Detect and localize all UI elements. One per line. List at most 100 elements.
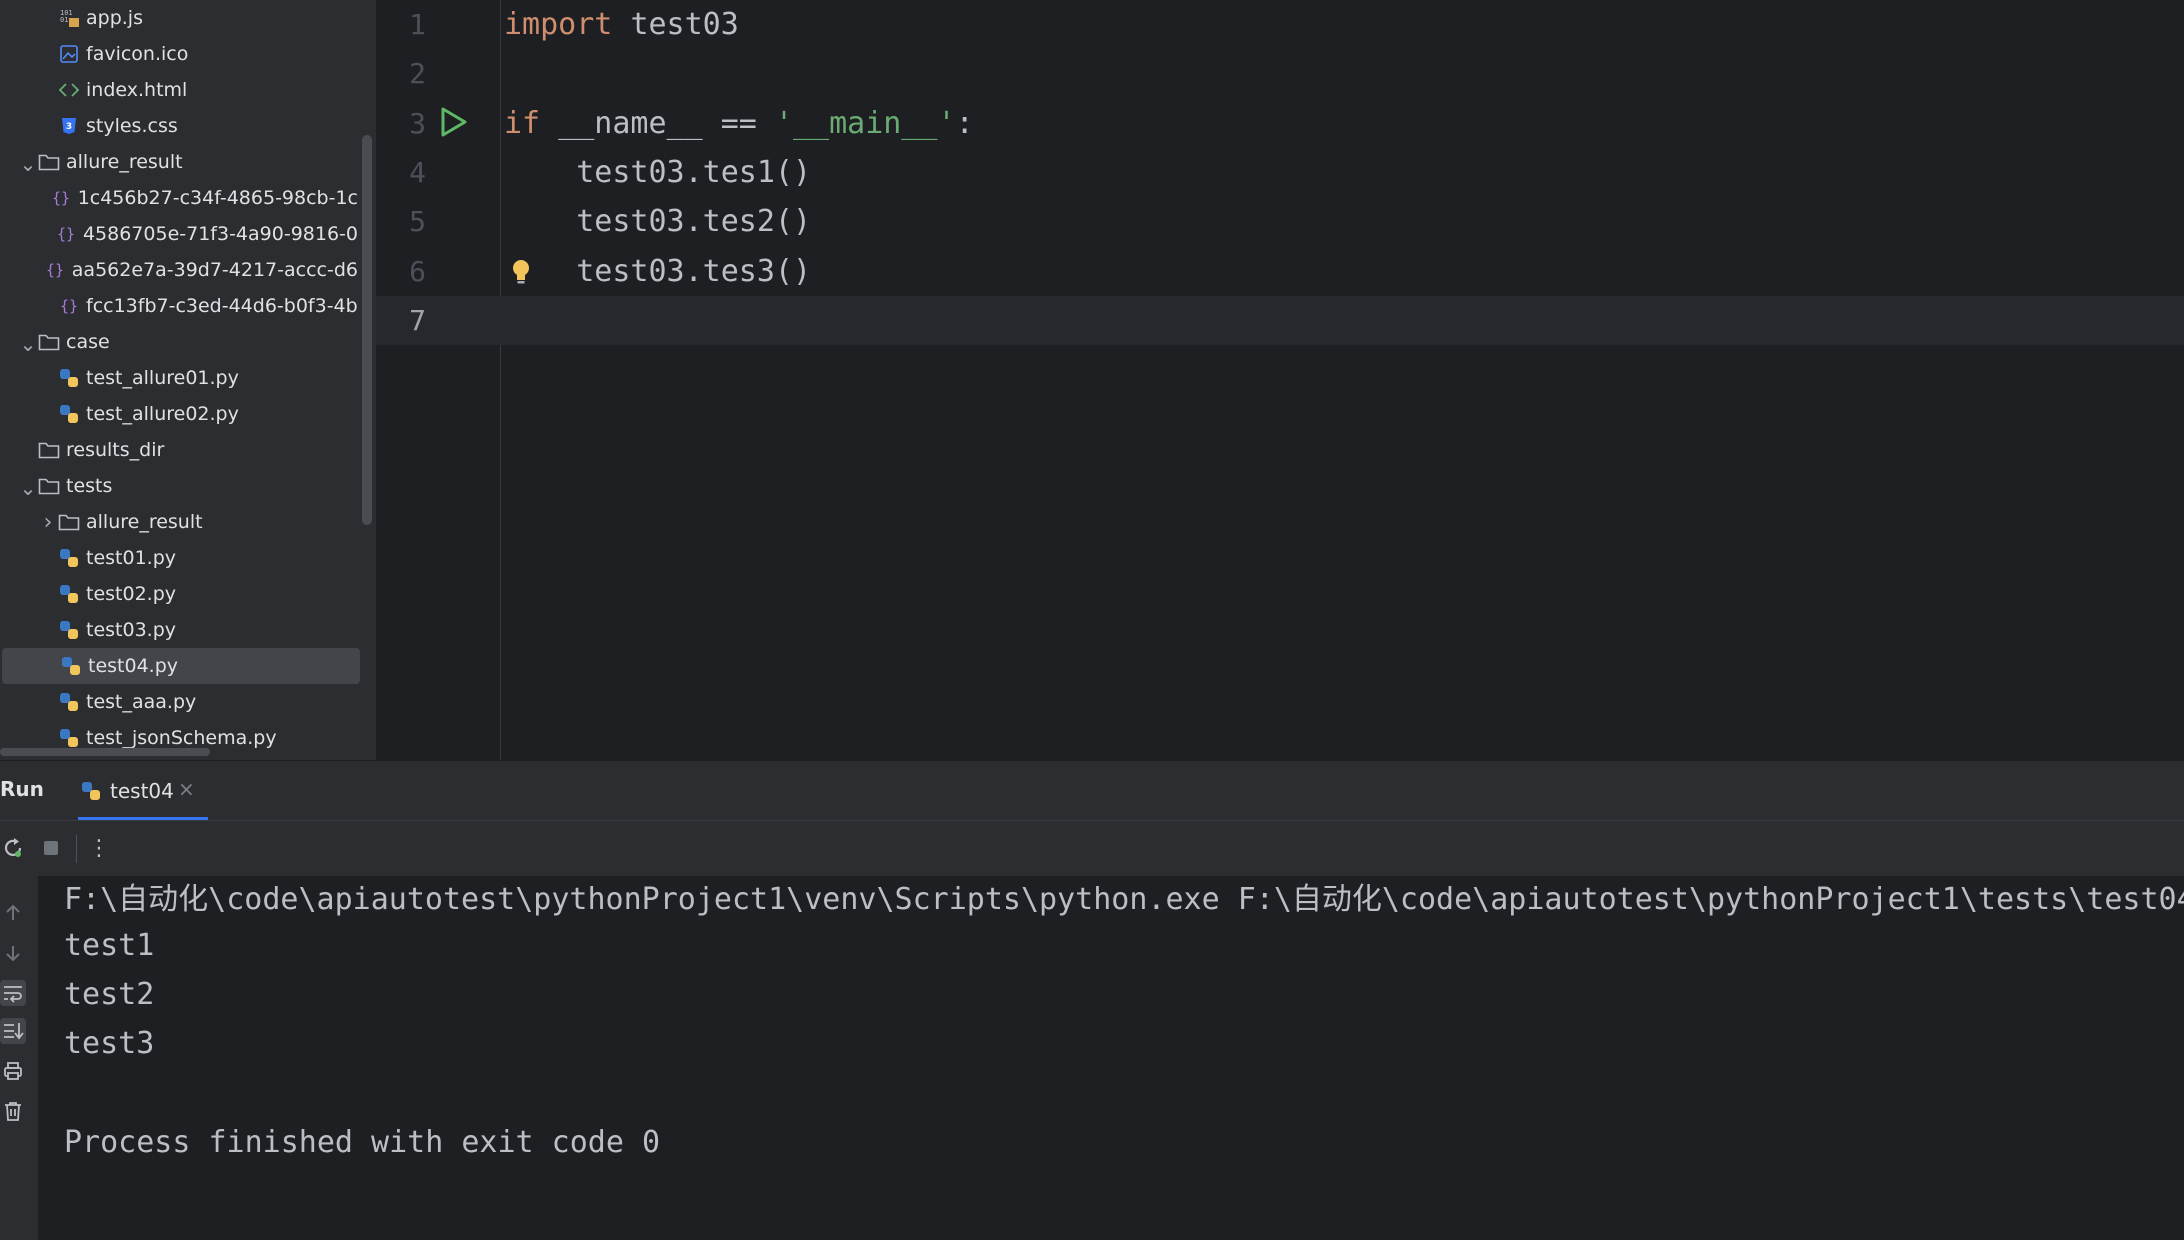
tab-test04[interactable]: test04 — [80, 761, 174, 821]
soft-wrap-icon[interactable] — [0, 980, 26, 1006]
run-triangle-icon[interactable] — [436, 105, 470, 139]
tree-item[interactable]: 3 styles.css — [0, 108, 358, 144]
tree-item[interactable]: {} fcc13fb7-c3ed-44d6-b0f3-4b — [0, 288, 358, 324]
tree-item[interactable]: ⌄ case — [0, 324, 358, 360]
line-number[interactable]: 7 — [376, 304, 426, 337]
run-panel-title: Run — [0, 777, 44, 801]
json-file-icon: {} — [44, 259, 66, 281]
run-panel-header: Run test04 × — [0, 760, 2184, 821]
tree-item[interactable]: favicon.ico — [0, 36, 358, 72]
js-file-icon: 101 01 — [58, 7, 80, 29]
tree-item[interactable]: test_allure02.py — [0, 396, 358, 432]
code-line[interactable]: 1 import test03 — [376, 0, 2184, 49]
line-number[interactable]: 3 — [376, 107, 426, 140]
folder-icon — [38, 151, 60, 173]
console-command-line: F:\自动化\code\apiautotest\pythonProject1\v… — [64, 882, 2184, 917]
run-console-output[interactable]: F:\自动化\code\apiautotest\pythonProject1\v… — [38, 876, 2184, 1240]
python-file-icon — [82, 782, 100, 800]
line-number[interactable]: 1 — [376, 8, 426, 41]
tree-item[interactable]: test04.py — [2, 648, 360, 684]
tree-item-label: styles.css — [86, 115, 178, 137]
console-output-line: test1 — [64, 927, 155, 963]
tree-item[interactable]: ⌄ tests — [0, 468, 358, 504]
tree-item-label: test_jsonSchema.py — [86, 727, 277, 749]
tree-item[interactable]: test_allure01.py — [0, 360, 358, 396]
code-token: import — [504, 7, 631, 42]
tree-item-label: allure_result — [66, 151, 183, 173]
code-editor[interactable]: 1 import test03 2 3 if __name__ == '__main__… — [376, 0, 2184, 760]
code-text: test03.tes1() — [504, 155, 811, 190]
code-text: test03.tes2() — [504, 204, 811, 239]
line-number[interactable]: 2 — [376, 57, 426, 90]
code-line[interactable]: 5 test03.tes2() — [376, 197, 2184, 246]
tree-item[interactable]: test03.py — [0, 612, 358, 648]
code-line[interactable]: 2 — [376, 49, 2184, 98]
tree-vertical-scrollbar[interactable] — [362, 135, 372, 525]
code-line[interactable]: 7 — [376, 295, 2184, 345]
tree-item-label: index.html — [86, 79, 188, 101]
tree-item-label: 1c456b27-c34f-4865-98cb-1c — [77, 187, 358, 209]
svg-text:{}: {} — [57, 225, 75, 243]
console-output-line: test3 — [64, 1026, 155, 1062]
tree-item[interactable]: {} 4586705e-71f3-4a90-9816-0 — [0, 216, 358, 252]
code-token: if — [504, 105, 559, 141]
html-file-icon — [58, 79, 80, 101]
tree-item[interactable]: test02.py — [0, 576, 358, 612]
code-line[interactable]: 6 test03.tes3() — [376, 247, 2184, 296]
code-text: if __name__ == '__main__': — [504, 106, 974, 141]
tree-item[interactable]: {} 1c456b27-c34f-4865-98cb-1c — [0, 180, 358, 216]
tree-item[interactable]: ⌄ allure_result — [0, 144, 358, 180]
line-number[interactable]: 4 — [376, 156, 426, 189]
python-file-icon — [58, 403, 80, 425]
console-exit-status: Process finished with exit code 0 — [64, 1125, 661, 1160]
project-tree: 101 01 app.js favicon.ico index.html 3 styles.… — [0, 0, 376, 760]
tree-horizontal-scrollbar[interactable] — [0, 748, 210, 756]
svg-text:{}: {} — [46, 261, 64, 279]
code-line[interactable]: 4 test03.tes1() — [376, 148, 2184, 197]
tree-item[interactable]: test_aaa.py — [0, 684, 358, 720]
svg-text:{}: {} — [52, 189, 70, 207]
print-icon[interactable] — [0, 1058, 26, 1084]
code-token: __name__ == — [558, 105, 775, 141]
chevron-down-icon[interactable]: ⌄ — [18, 476, 38, 500]
tree-item-label: app.js — [86, 7, 143, 29]
tree-item[interactable]: index.html — [0, 72, 358, 108]
tree-item[interactable]: › allure_result — [0, 504, 358, 540]
arrow-down-icon[interactable] — [0, 940, 26, 966]
code-token: '__main__' — [774, 105, 956, 141]
tree-item[interactable]: results_dir — [0, 432, 358, 468]
chevron-down-icon[interactable]: ⌄ — [18, 152, 38, 176]
scroll-to-end-icon[interactable] — [0, 1018, 26, 1044]
python-file-icon — [58, 727, 80, 749]
code-line[interactable]: 3 if __name__ == '__main__': — [376, 99, 2184, 148]
tree-item[interactable]: {} aa562e7a-39d7-4217-accc-d6 — [0, 252, 358, 288]
lightbulb-icon[interactable] — [510, 258, 532, 286]
more-options-icon[interactable]: ⋮ — [86, 835, 112, 861]
line-number[interactable]: 5 — [376, 205, 426, 238]
toolbar-separator — [76, 835, 77, 863]
line-number[interactable]: 6 — [376, 255, 426, 288]
tree-item[interactable]: test01.py — [0, 540, 358, 576]
image-file-icon — [58, 43, 80, 65]
arrow-up-icon[interactable] — [0, 900, 26, 926]
chevron-down-icon[interactable]: ⌄ — [18, 332, 38, 356]
python-file-icon — [58, 547, 80, 569]
trash-icon[interactable] — [0, 1098, 26, 1124]
close-icon[interactable]: × — [178, 777, 195, 801]
code-text: import test03 — [504, 7, 739, 42]
python-file-icon — [58, 583, 80, 605]
tree-item[interactable]: 101 01 app.js — [0, 0, 358, 36]
stop-icon[interactable] — [38, 835, 64, 861]
rerun-icon[interactable] — [0, 835, 26, 861]
chevron-right-icon[interactable]: › — [38, 510, 58, 535]
